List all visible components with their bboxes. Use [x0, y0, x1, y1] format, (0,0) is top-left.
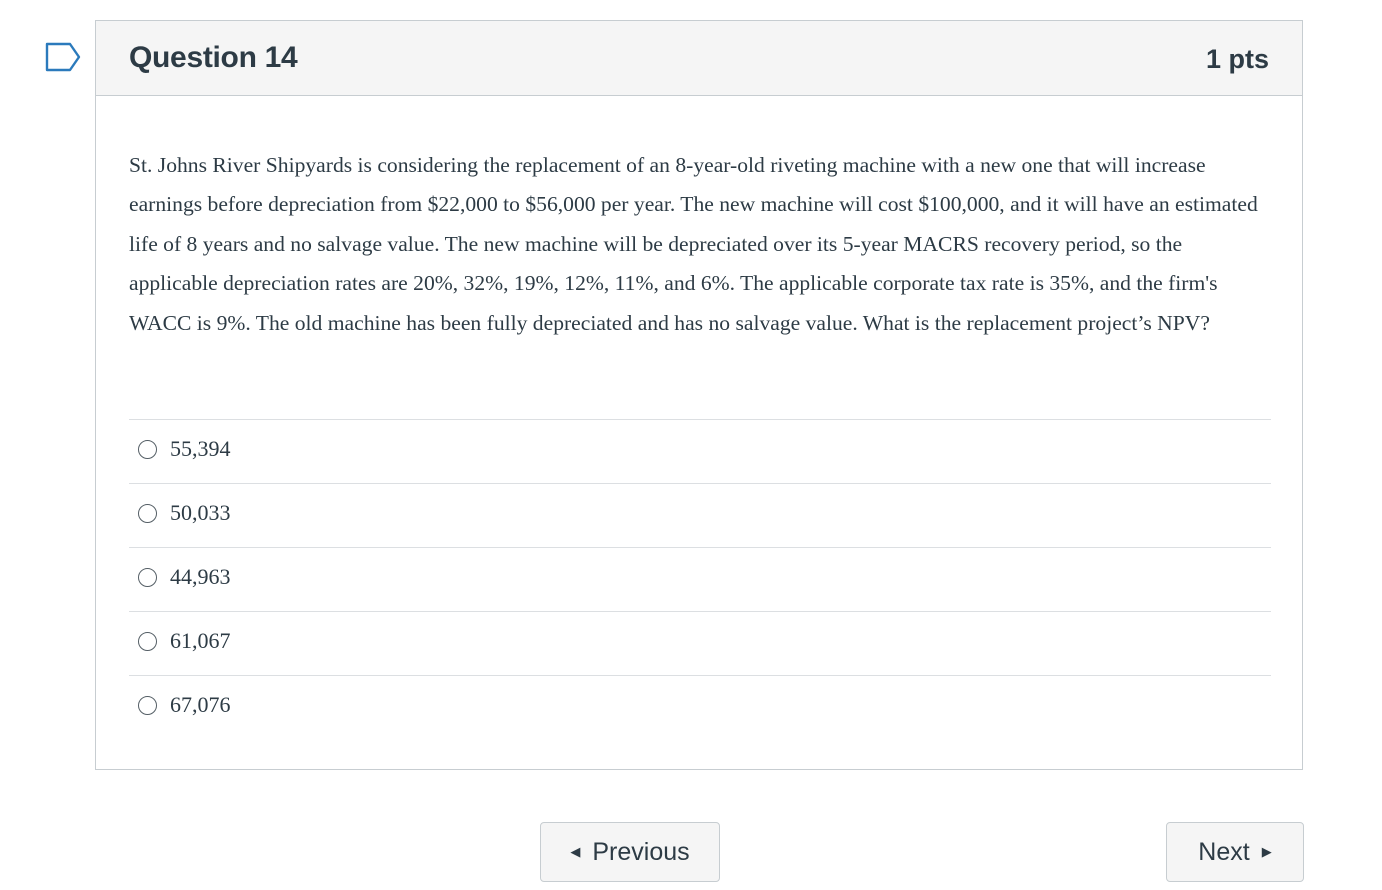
answer-label[interactable]: 67,076: [170, 692, 231, 718]
caret-right-icon: ▶: [1261, 844, 1272, 859]
radio-button[interactable]: [138, 696, 157, 715]
radio-button[interactable]: [138, 504, 157, 523]
caret-left-icon: ◀: [570, 844, 581, 859]
answer-option-3[interactable]: 44,963: [129, 547, 1271, 611]
question-points: 1 pts: [1205, 44, 1269, 74]
answer-option-1[interactable]: 55,394: [129, 419, 1271, 483]
next-button[interactable]: Next ▶: [1166, 822, 1304, 882]
answer-label[interactable]: 44,963: [170, 564, 231, 590]
previous-button[interactable]: ◀ Previous: [540, 822, 720, 882]
answer-list: 55,394 50,033 44,963 61,067 67,076: [129, 419, 1271, 739]
question-text: St. Johns River Shipyards is considering…: [129, 153, 1258, 335]
next-label: Next: [1198, 837, 1250, 866]
radio-button[interactable]: [138, 440, 157, 459]
answer-option-4[interactable]: 61,067: [129, 611, 1271, 675]
question-title: Question 14: [129, 41, 298, 74]
answer-option-5[interactable]: 67,076: [129, 675, 1271, 739]
question-header: Question 14 1 pts: [96, 21, 1302, 96]
question-card: Question 14 1 pts St. Johns River Shipya…: [95, 20, 1303, 770]
radio-button[interactable]: [138, 632, 157, 651]
answer-option-2[interactable]: 50,033: [129, 483, 1271, 547]
answer-label[interactable]: 61,067: [170, 628, 231, 654]
answer-label[interactable]: 50,033: [170, 500, 231, 526]
flag-question-icon[interactable]: [45, 42, 81, 72]
answer-label[interactable]: 55,394: [170, 436, 231, 462]
radio-button[interactable]: [138, 568, 157, 587]
previous-label: Previous: [592, 837, 690, 866]
